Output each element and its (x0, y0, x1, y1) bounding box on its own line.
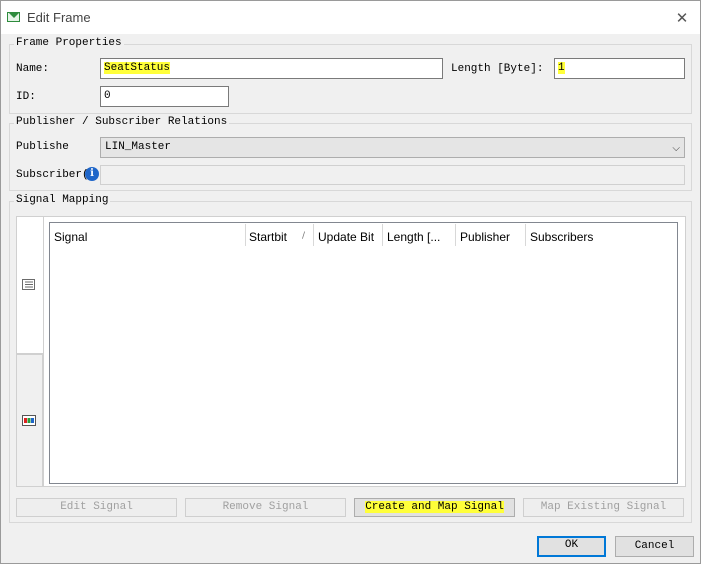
column-separator (455, 224, 456, 246)
signal-mapping-title: Signal Mapping (14, 194, 111, 206)
name-input[interactable]: SeatStatus (100, 58, 443, 79)
title-bar: Edit Frame ✕ (1, 1, 700, 34)
column-separator (313, 224, 314, 246)
id-label: ID: (16, 91, 36, 103)
publisher-label: Publishe (16, 141, 69, 153)
column-header-subscribers[interactable]: Subscribers (530, 230, 593, 244)
create-and-map-signal-label: Create and Map Signal (365, 501, 504, 513)
frame-icon (7, 12, 20, 22)
edit-frame-dialog: Edit Frame ✕ Frame Properties Name: Seat… (0, 0, 701, 564)
signal-grid[interactable]: Signal Startbit / Update Bit Length [...… (49, 222, 678, 484)
edit-signal-button[interactable]: Edit Signal (16, 498, 177, 517)
map-existing-signal-button[interactable]: Map Existing Signal (523, 498, 684, 517)
relations-title: Publisher / Subscriber Relations (14, 116, 230, 128)
length-value: 1 (558, 62, 565, 74)
frame-properties-title: Frame Properties (14, 37, 124, 49)
window-title: Edit Frame (27, 10, 91, 25)
column-separator (245, 224, 246, 246)
create-and-map-signal-button[interactable]: Create and Map Signal (354, 498, 515, 517)
publisher-value: LIN_Master (105, 141, 172, 153)
column-header-length[interactable]: Length [... (387, 230, 440, 244)
column-header-startbit[interactable]: Startbit (249, 230, 287, 244)
length-label: Length [Byte]: (451, 63, 544, 75)
name-label: Name: (16, 63, 50, 75)
signal-layout-icon (22, 415, 36, 426)
cancel-button[interactable]: Cancel (615, 536, 694, 557)
ok-button[interactable]: OK (537, 536, 606, 557)
column-header-publisher[interactable]: Publisher (460, 230, 510, 244)
subscriber-field (100, 165, 685, 185)
length-input[interactable]: 1 (554, 58, 685, 79)
info-icon[interactable]: i (85, 167, 99, 181)
subscriber-label: Subscriber( (16, 169, 89, 181)
id-input[interactable]: 0 (100, 86, 229, 107)
sort-indicator-icon: / (302, 231, 306, 241)
column-header-signal[interactable]: Signal (54, 230, 87, 244)
list-view-icon (22, 279, 35, 290)
name-value: SeatStatus (104, 62, 171, 74)
column-separator (525, 224, 526, 246)
column-header-update-bit[interactable]: Update Bit (318, 230, 374, 244)
publisher-select[interactable]: LIN_Master ⌵ (100, 137, 685, 158)
remove-signal-button[interactable]: Remove Signal (185, 498, 346, 517)
close-icon[interactable]: ✕ (669, 7, 695, 29)
column-separator (382, 224, 383, 246)
chevron-down-icon: ⌵ (672, 143, 680, 154)
